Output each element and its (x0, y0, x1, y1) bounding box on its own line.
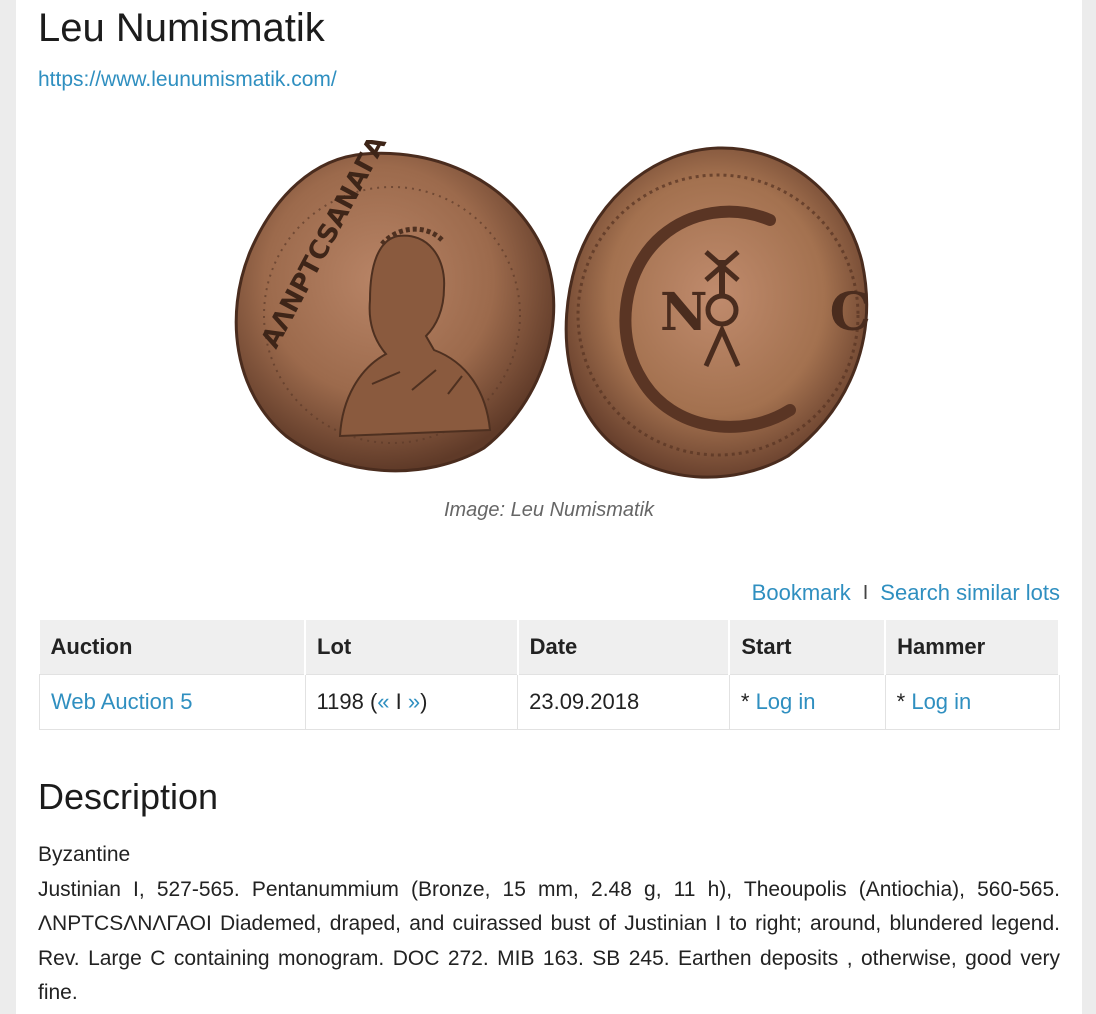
description: Byzantine Justinian I, 527-565. Pentanum… (38, 838, 1060, 1011)
header-start: Start (729, 620, 887, 675)
header-date: Date (517, 620, 731, 675)
actions-separator: I (862, 581, 869, 604)
reverse-monogram: N C (660, 282, 882, 343)
lot-table: Auction Lot Date Start Hammer Web Auctio… (39, 620, 1060, 730)
date-cell: 23.09.2018 (517, 674, 730, 730)
description-heading: Description (38, 776, 219, 817)
header-auction: Auction (39, 620, 307, 675)
auction-link[interactable]: Web Auction 5 (51, 689, 192, 714)
description-category: Byzantine (38, 843, 131, 866)
start-prefix: * (740, 689, 756, 714)
table-row: Web Auction 5 1198 (« I ») 23.09.2018 * … (39, 674, 1060, 730)
lot-paren-open: ( (363, 689, 378, 714)
header-lot: Lot (305, 620, 519, 675)
hammer-cell: * Log in (884, 674, 1060, 730)
lot-card: Leu Numismatik https://www.leunumismatik… (16, 0, 1082, 1014)
auction-cell: Web Auction 5 (39, 674, 306, 730)
start-login-link[interactable]: Log in (756, 689, 816, 714)
coin-obverse: AΛNPTCSANAΓAOI (234, 140, 556, 473)
search-similar-lots-link[interactable]: Search similar lots (880, 580, 1060, 606)
lot-cell: 1198 (« I ») (304, 674, 519, 730)
next-lot-link[interactable]: » (408, 689, 420, 714)
lot-number: 1198 (316, 689, 364, 714)
hammer-login-link[interactable]: Log in (911, 689, 971, 714)
lot-nav-separator: I (389, 689, 408, 714)
header-hammer: Hammer (885, 620, 1060, 675)
lot-paren-close: ) (420, 689, 428, 714)
table-header-row: Auction Lot Date Start Hammer (39, 620, 1060, 675)
coin-image[interactable]: AΛNPTCSANAΓAOI N C (222, 140, 882, 490)
image-caption: Image: Leu Numismatik (443, 499, 655, 521)
lot-actions: Bookmark I Search similar lots (752, 580, 1060, 606)
auction-house-link[interactable]: https://www.leunumismatik.com/ (38, 68, 337, 92)
description-text: Justinian I, 527-565. Pentanummium (Bron… (38, 877, 1060, 1005)
bookmark-link[interactable]: Bookmark (752, 580, 851, 606)
start-cell: * Log in (728, 674, 886, 730)
hammer-prefix: * (896, 689, 912, 714)
page-title: Leu Numismatik (38, 6, 325, 50)
previous-lot-link[interactable]: « (377, 689, 389, 714)
coin-reverse: N C (564, 146, 882, 479)
